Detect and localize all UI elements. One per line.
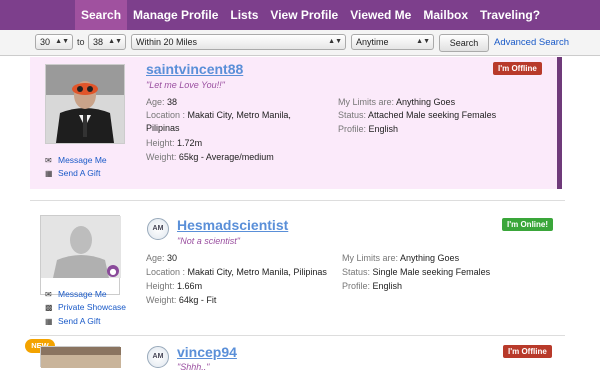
send-gift-link[interactable]: ▦ Send A Gift: [45, 168, 101, 178]
age-field: Age: 38: [146, 97, 178, 107]
updown-arrow-icon: ▲▼: [416, 38, 430, 45]
profile-username[interactable]: Hesmadscientist: [177, 217, 288, 233]
filter-bar: 30 ▲▼ to 38 ▲▼ Within 20 Miles ▲▼ Anytim…: [0, 30, 600, 56]
age-max-value: 38: [93, 37, 104, 47]
tab-view-profile[interactable]: View Profile: [264, 0, 344, 30]
location-field: Location : Makati City, Metro Manila, Pi…: [146, 267, 327, 277]
limits-field: My Limits are: Anything Goes: [338, 97, 456, 107]
age-field: Age: 30: [146, 253, 178, 263]
tab-viewed-me[interactable]: Viewed Me: [344, 0, 417, 30]
age-max-select[interactable]: 38 ▲▼: [88, 34, 126, 50]
tab-manage-profile[interactable]: Manage Profile: [127, 0, 224, 30]
relationship-status-field: Status: Single Male seeking Females: [342, 267, 491, 277]
tab-traveling[interactable]: Traveling?: [474, 0, 546, 30]
updown-arrow-icon: ▲▼: [55, 38, 69, 45]
profile-photo[interactable]: ●: [40, 215, 121, 295]
message-me-link[interactable]: ✉ Message Me: [45, 155, 107, 165]
am-icon: AM: [147, 218, 169, 240]
updown-arrow-icon: ▲▼: [108, 38, 122, 45]
tab-search[interactable]: Search: [75, 0, 128, 30]
card-divider: [30, 200, 565, 201]
height-field: Height: 1.72m: [146, 138, 203, 148]
search-button[interactable]: Search: [439, 34, 489, 52]
envelope-icon: ✉: [45, 156, 52, 165]
lock-icon: ▩: [45, 303, 53, 312]
weight-field: Weight: 64kg - Fit: [146, 295, 217, 305]
location-field: Location : Makati City, Metro Manila,: [146, 110, 291, 120]
height-field: Height: 1.66m: [146, 281, 203, 291]
relationship-status-field: Status: Attached Male seeking Females: [338, 110, 497, 120]
advanced-search-link[interactable]: Advanced Search: [494, 37, 569, 48]
status-badge: I'm Offline: [503, 345, 552, 358]
gift-icon: ▦: [45, 169, 53, 178]
photo-image: [41, 347, 121, 368]
distance-select[interactable]: Within 20 Miles ▲▼: [131, 34, 346, 50]
profile-photo[interactable]: [45, 64, 125, 144]
weight-field: Weight: 65kg - Average/medium: [146, 152, 274, 162]
profile-tagline: "Let me Love You!!": [146, 80, 225, 90]
am-icon: AM: [147, 346, 169, 368]
profile-photo[interactable]: [40, 346, 121, 368]
to-label: to: [77, 37, 85, 47]
profile-tagline: "Shhh..": [177, 362, 210, 372]
status-badge: I'm Online!: [502, 218, 554, 231]
age-min-value: 30: [40, 37, 51, 47]
gift-icon: ▦: [45, 317, 53, 326]
profile-tagline: "Not a scientist": [177, 236, 240, 246]
location-field-line2: Pilipinas: [146, 123, 180, 133]
profile-language-field: Profile: English: [338, 124, 399, 134]
tab-mailbox[interactable]: Mailbox: [417, 0, 474, 30]
limits-field: My Limits are: Anything Goes: [342, 253, 460, 263]
top-nav: Search Manage Profile Lists View Profile…: [0, 0, 600, 30]
private-showcase-link[interactable]: ▩ Private Showcase: [45, 302, 126, 312]
tab-lists[interactable]: Lists: [224, 0, 264, 30]
profile-language-field: Profile: English: [342, 281, 403, 291]
photo-image: [46, 65, 124, 143]
distance-value: Within 20 Miles: [136, 37, 198, 47]
time-value: Anytime: [356, 37, 389, 47]
time-select[interactable]: Anytime ▲▼: [351, 34, 434, 50]
profile-username[interactable]: saintvincent88: [146, 61, 243, 77]
send-gift-link[interactable]: ▦ Send A Gift: [45, 316, 101, 326]
status-badge: I'm Offline: [493, 62, 542, 75]
photo-placeholder-image: ●: [41, 216, 121, 278]
age-min-select[interactable]: 30 ▲▼: [35, 34, 73, 50]
updown-arrow-icon: ▲▼: [328, 38, 342, 45]
envelope-icon: ✉: [45, 290, 52, 299]
svg-text:●: ●: [110, 267, 117, 276]
card-divider: [30, 335, 565, 336]
message-me-link[interactable]: ✉ Message Me: [45, 289, 107, 299]
profile-username[interactable]: vincep94: [177, 344, 237, 360]
